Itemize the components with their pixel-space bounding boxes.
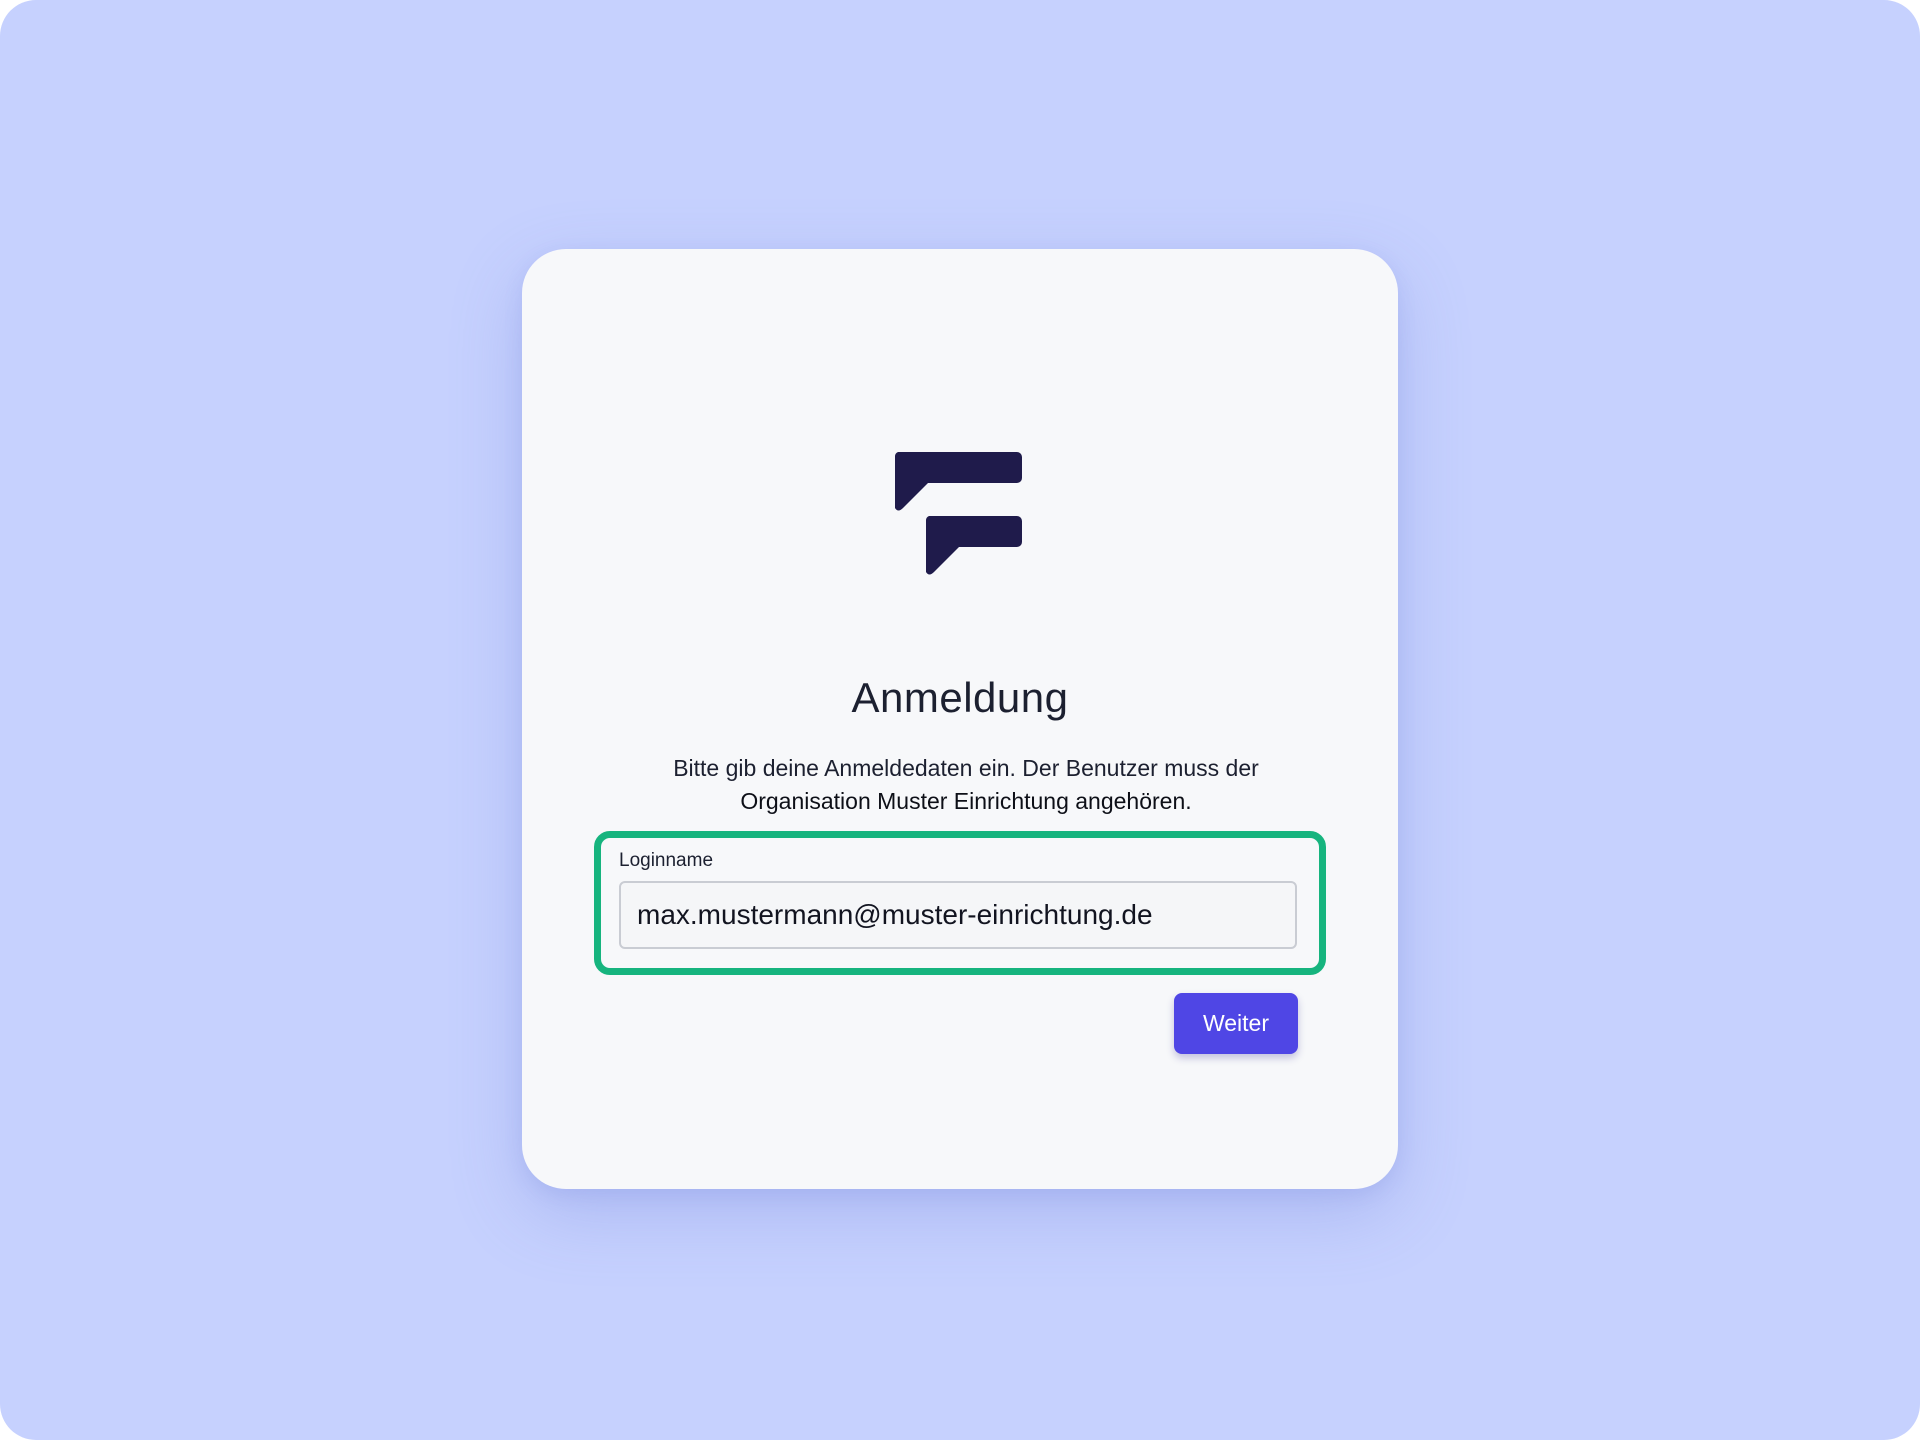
logo-lower-bubble	[925, 516, 1022, 575]
loginname-label: Loginname	[619, 850, 714, 871]
continue-button[interactable]: Weiter	[1174, 993, 1298, 1054]
loginname-input[interactable]	[619, 881, 1297, 949]
organisation-notice: Organisation Muster Einrichtung angehöre…	[740, 788, 1192, 814]
description-line: Bitte gib deine Anmeldedaten ein. Der Be…	[673, 755, 1259, 781]
page-title: Anmeldung	[851, 674, 1069, 721]
chat-bubbles-logo-icon	[894, 452, 1022, 575]
login-description: Bitte gib deine Anmeldedaten ein. Der Be…	[600, 752, 1332, 818]
logo-upper-bubble	[894, 452, 1022, 511]
